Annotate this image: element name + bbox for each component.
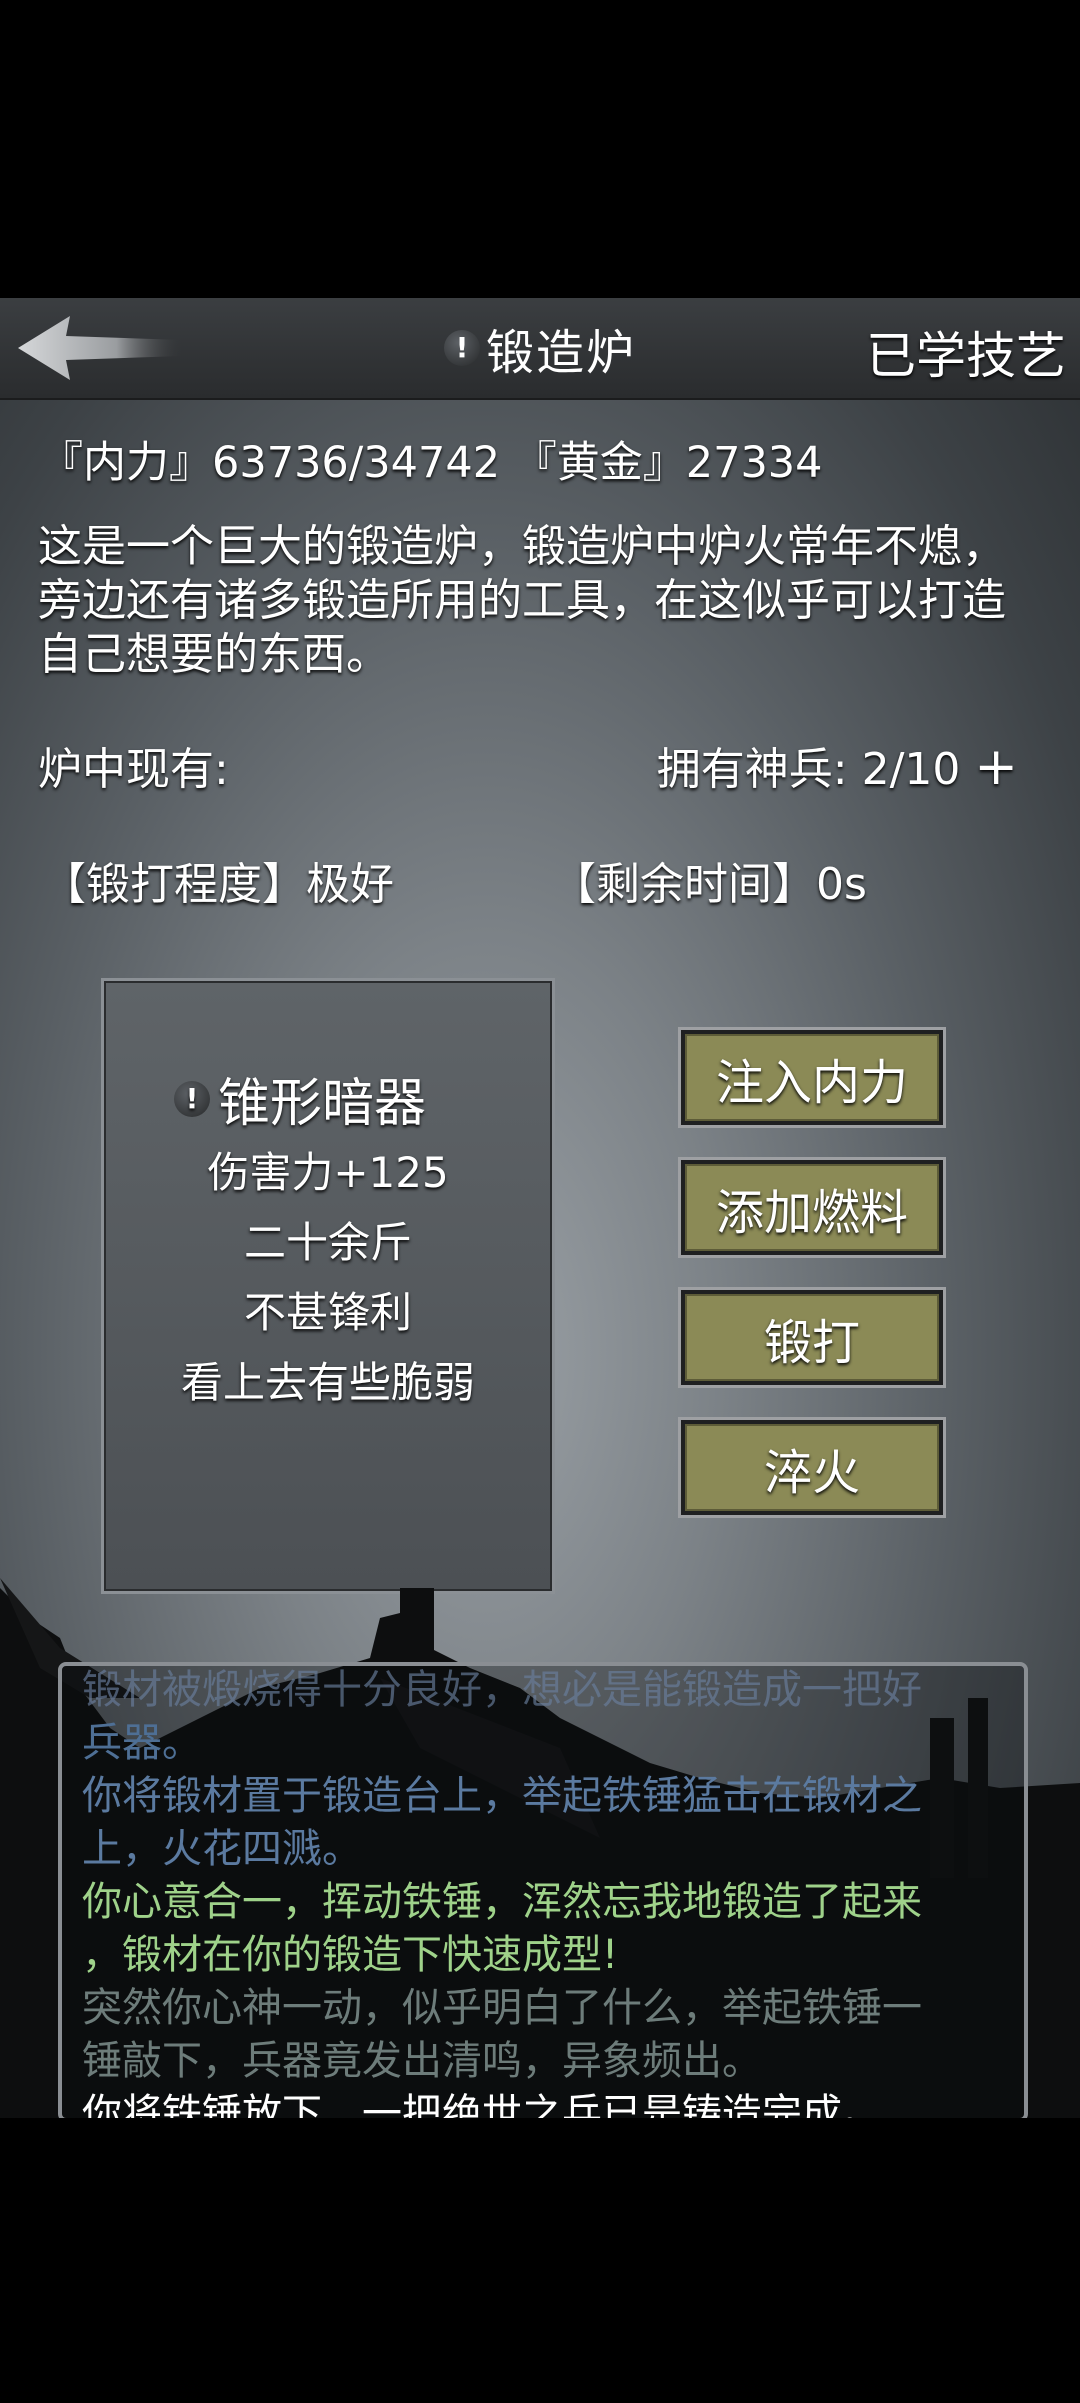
log-line: 你心意合一，挥动铁锤，浑然忘我地锻造了起来	[82, 1879, 922, 1925]
log-line: 你将铁锤放下，一把绝世之兵已是铸造完成。	[82, 2091, 882, 2118]
time-remaining: 【剩余时间】0s	[552, 859, 867, 910]
furnace-description: 这是一个巨大的锻造炉，锻造炉中炉火常年不熄，旁边还有诸多锻造所用的工具，在这似乎…	[38, 521, 1006, 680]
inject-energy-button[interactable]: 注入内力	[681, 1030, 943, 1125]
log-line: ，锻材在你的锻造下快速成型!	[82, 1932, 619, 1978]
divine-weapons-text: 拥有神兵: 2/10	[656, 744, 961, 795]
add-slot-button[interactable]: +	[974, 737, 1018, 797]
furnace-status-row: 炉中现有: 拥有神兵: 2/10 +	[38, 733, 1018, 797]
log-line: 锻材被煅烧得十分良好，想必是能锻造成一把好	[82, 1667, 922, 1713]
weapon-damage: 伤害力+125	[207, 1148, 449, 1197]
forging-degree: 【锻打程度】极好	[42, 859, 394, 910]
weapon-name: 锥形暗器	[218, 1074, 427, 1134]
quench-button[interactable]: 淬火	[681, 1420, 943, 1515]
log-lines: 锻材被煅烧得十分良好，想必是能锻造成一把好 兵器。你将锻材置于锻造台上，举起铁锤猛…	[82, 1666, 1002, 2118]
weapon-panel[interactable]: ! 锥形暗器 伤害力+125 二十余斤 不甚锋利 看上去有些脆弱	[101, 978, 555, 1594]
resource-stats: 『内力』63736/34742 『黄金』27334	[40, 438, 823, 488]
forging-status-row: 【锻打程度】极好 【剩余时间】0s	[42, 848, 1022, 912]
log-line: 兵器。	[82, 1720, 202, 1766]
log-line: 突然你心神一动，似乎明白了什么，举起铁锤一	[82, 1985, 922, 2031]
divine-weapons-count: 拥有神兵: 2/10 +	[657, 733, 1018, 797]
weapon-sharpness: 不甚锋利	[243, 1288, 412, 1337]
learned-skills-link[interactable]: 已学技艺	[866, 316, 1066, 388]
forge-button[interactable]: 锻打	[681, 1290, 943, 1385]
log-line: 你将锻材置于锻造台上，举起铁锤猛击在锻材之	[82, 1773, 922, 1819]
exclamation-icon: !	[174, 1080, 210, 1117]
weapon-weight: 二十余斤	[243, 1218, 412, 1267]
weapon-durability: 看上去有些脆弱	[180, 1358, 475, 1407]
message-log[interactable]: 锻材被煅烧得十分良好，想必是能锻造成一把好 兵器。你将锻材置于锻造台上，举起铁锤猛…	[58, 1662, 1028, 2118]
log-line: 锤敲下，兵器竟发出清鸣，异象频出。	[82, 2038, 762, 2084]
log-line: 上，火花四溅。	[82, 1826, 362, 1872]
weapon-title: ! 锥形暗器	[174, 1061, 426, 1136]
furnace-contents-label: 炉中现有:	[38, 744, 229, 795]
top-bar: ! 锻造炉 已学技艺	[0, 298, 1080, 400]
page-title: 锻造炉	[485, 325, 636, 381]
game-screen: ! 锻造炉 已学技艺 『内力』63736/34742 『黄金』27334 这是一…	[0, 298, 1080, 2118]
exclamation-icon: !	[443, 330, 480, 366]
add-fuel-button[interactable]: 添加燃料	[681, 1160, 943, 1255]
